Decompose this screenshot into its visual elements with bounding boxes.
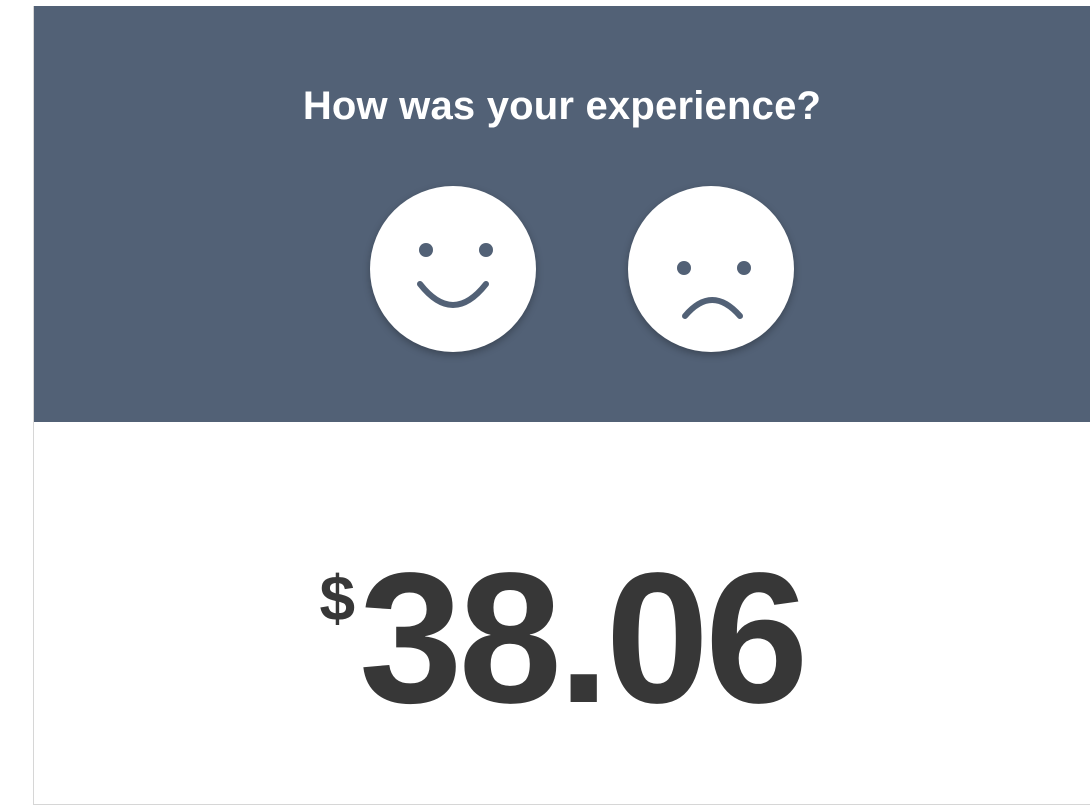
- smile-face-icon: [417, 243, 493, 308]
- positive-feedback-button[interactable]: [370, 186, 536, 352]
- feedback-panel: How was your experience?: [34, 6, 1090, 422]
- negative-feedback-button[interactable]: [628, 186, 794, 352]
- total-price: $38.06: [34, 546, 1090, 732]
- price-amount: 38.06: [359, 535, 808, 742]
- feedback-prompt: How was your experience?: [302, 84, 822, 128]
- frown-face-icon: [677, 261, 751, 319]
- checkout-screen: How was your experience? $38.06: [33, 6, 1090, 805]
- currency-symbol: $: [319, 562, 356, 634]
